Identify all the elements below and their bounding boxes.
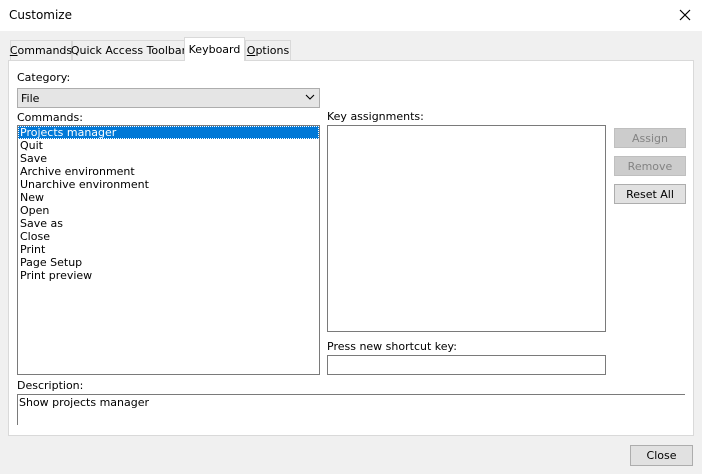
shortcut-input[interactable] xyxy=(327,355,606,375)
title-bar xyxy=(0,0,702,31)
list-item[interactable]: Quit xyxy=(18,139,319,152)
list-item[interactable]: Projects manager xyxy=(18,126,319,139)
key-assignments-label: Key assignments: xyxy=(327,110,424,123)
tab-commands[interactable]: Commands xyxy=(10,40,72,60)
category-label: Category: xyxy=(17,71,71,84)
description-box: Show projects manager xyxy=(17,394,685,425)
category-dropdown[interactable]: File xyxy=(17,88,320,108)
tab-quick-access-toolbar[interactable]: Quick Access Toolbar xyxy=(70,40,187,60)
shortcut-label: Press new shortcut key: xyxy=(327,340,457,353)
tab-keyboard[interactable]: Keyboard xyxy=(184,37,245,61)
tab-options[interactable]: Options xyxy=(245,40,291,60)
remove-button[interactable]: Remove xyxy=(614,156,686,176)
list-item[interactable]: Save xyxy=(18,152,319,165)
key-assignments-list[interactable] xyxy=(327,125,606,332)
tab-options-mnemonic: O xyxy=(246,44,256,57)
list-item[interactable]: Open xyxy=(18,204,319,217)
tab-keyboard-label: Keyboard xyxy=(188,43,241,56)
chevron-down-icon xyxy=(305,94,315,100)
tab-options-label: ptions xyxy=(255,44,290,57)
list-item[interactable]: Unarchive environment xyxy=(18,178,319,191)
window-title: Customize xyxy=(9,8,72,22)
list-item[interactable]: Print xyxy=(18,243,319,256)
commands-items: Projects manager Quit Save Archive environm… xyxy=(18,126,319,282)
list-item[interactable]: New xyxy=(18,191,319,204)
category-value: File xyxy=(21,92,40,105)
reset-all-button[interactable]: Reset All xyxy=(614,184,686,204)
list-item[interactable]: Print preview xyxy=(18,269,319,282)
window-close-button[interactable] xyxy=(672,4,698,26)
commands-label: Commands: xyxy=(17,111,83,124)
description-label: Description: xyxy=(17,379,84,392)
description-text: Show projects manager xyxy=(19,396,150,409)
tab-quick-access-toolbar-label: Quick Access Toolbar xyxy=(70,44,187,57)
tab-commands-mnemonic: C xyxy=(9,44,18,57)
close-button[interactable]: Close xyxy=(630,445,693,466)
assign-button[interactable]: Assign xyxy=(614,128,686,148)
list-item[interactable]: Save as xyxy=(18,217,319,230)
list-item[interactable]: Archive environment xyxy=(18,165,319,178)
tab-commands-label: ommands xyxy=(17,44,73,57)
list-item[interactable]: Close xyxy=(18,230,319,243)
commands-list[interactable]: Projects manager Quit Save Archive environm… xyxy=(17,125,320,375)
close-icon xyxy=(679,9,691,21)
list-item[interactable]: Page Setup xyxy=(18,256,319,269)
